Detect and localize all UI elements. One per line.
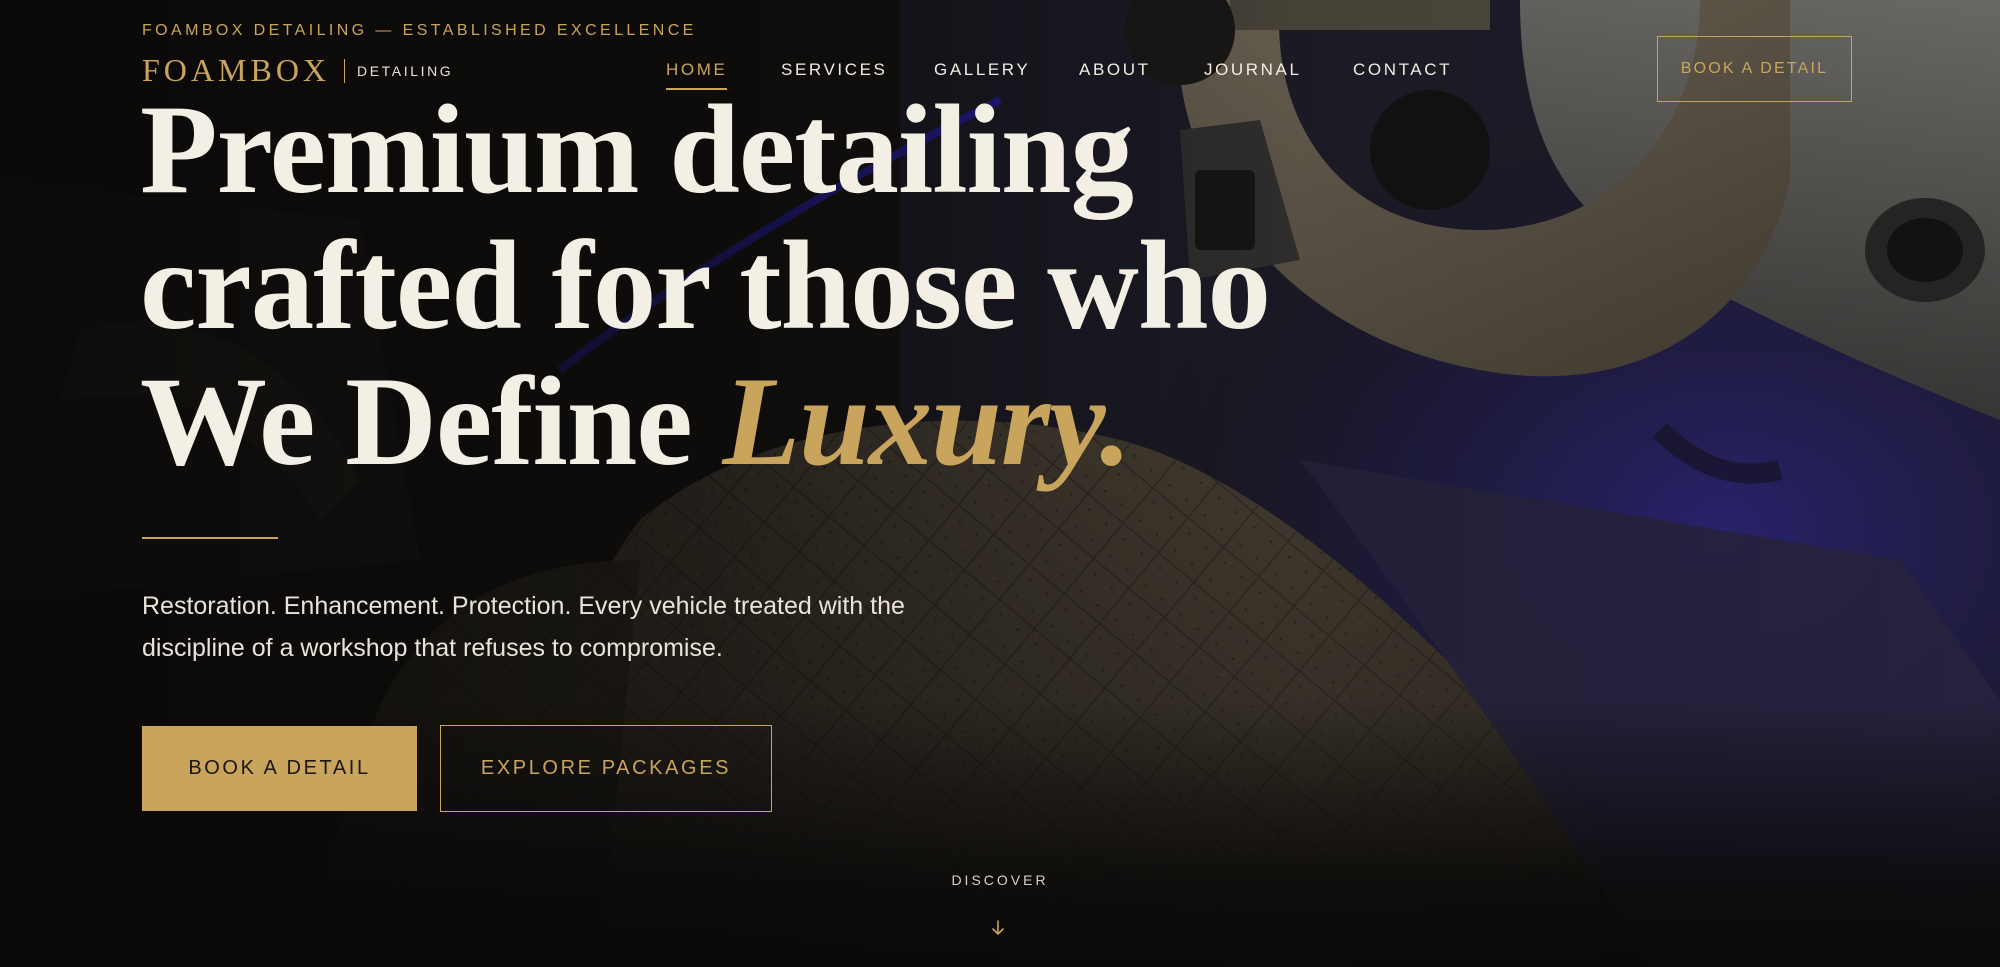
headline-line-1: Premium detailing bbox=[140, 80, 1134, 220]
arrow-down-icon[interactable] bbox=[988, 918, 1008, 938]
hero-headline: Premium detailing crafted for those who … bbox=[140, 80, 1271, 490]
headline-divider bbox=[142, 537, 278, 539]
hero-lede: Restoration. Enhancement. Protection. Ev… bbox=[142, 592, 905, 662]
nav-item-services[interactable]: SERVICES bbox=[781, 60, 887, 80]
nav-item-contact[interactable]: CONTACT bbox=[1353, 60, 1452, 80]
nav-item-gallery[interactable]: GALLERY bbox=[934, 60, 1030, 80]
headline-line-2: crafted for those who bbox=[140, 216, 1271, 356]
book-detail-button[interactable]: BOOK A DETAIL bbox=[142, 726, 417, 811]
nav-item-home[interactable]: HOME bbox=[666, 60, 728, 90]
eyebrow-tagline: FOAMBOX DETAILING — ESTABLISHED EXCELLEN… bbox=[142, 22, 697, 39]
hero-section: FOAMBOX DETAILING — ESTABLISHED EXCELLEN… bbox=[0, 0, 2000, 967]
header-book-button[interactable]: BOOK A DETAIL bbox=[1657, 36, 1852, 102]
headline-line-3: We Define Luxury. bbox=[140, 354, 1270, 490]
discover-label: DISCOVER bbox=[951, 872, 1049, 888]
nav-item-about[interactable]: ABOUT bbox=[1079, 60, 1151, 80]
headline-accent-word: Luxury. bbox=[722, 352, 1132, 492]
headline-line-3-start: We Define bbox=[140, 352, 723, 492]
nav-item-journal[interactable]: JOURNAL bbox=[1204, 60, 1302, 80]
explore-packages-button[interactable]: EXPLORE PACKAGES bbox=[440, 725, 772, 812]
